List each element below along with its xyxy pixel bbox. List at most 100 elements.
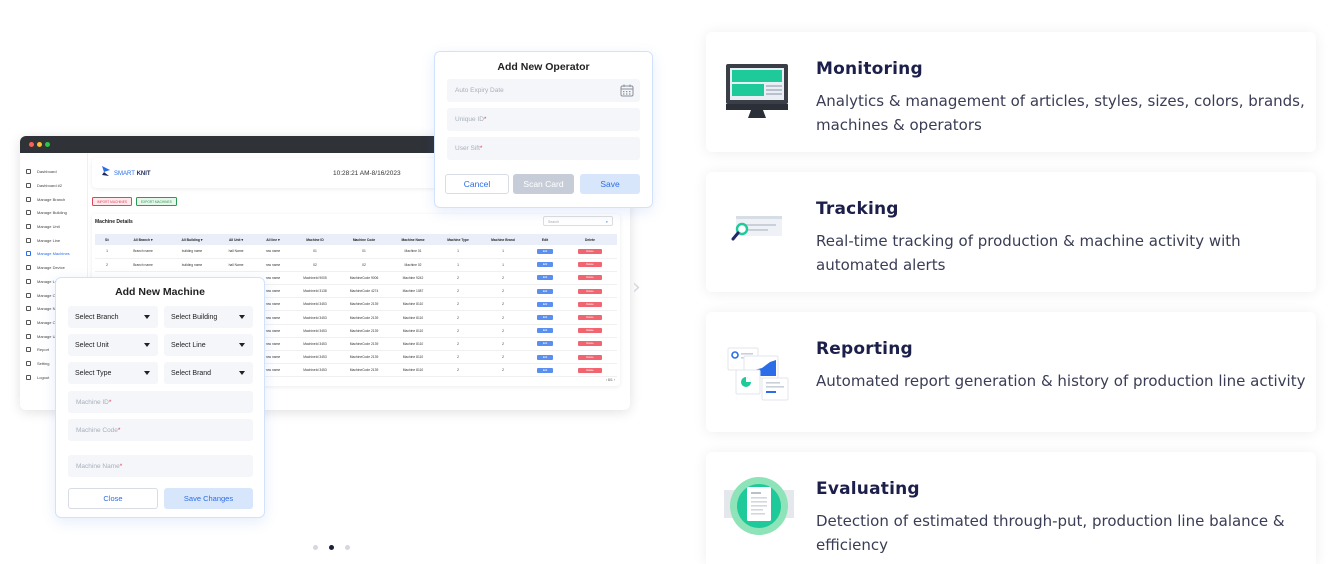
sidebar-item[interactable]: Manage Machines <box>20 247 87 261</box>
carousel-next-icon[interactable]: › <box>632 277 646 299</box>
table-column-header: All Unit ▾ <box>217 234 255 245</box>
table-column-header: Machine ID <box>291 234 339 245</box>
cancel-button[interactable]: Cancel <box>445 174 509 194</box>
edit-row-button[interactable]: Edit <box>537 275 553 281</box>
table-pagination[interactable]: ‹ 8/1 › <box>606 378 615 382</box>
delete-row-button[interactable]: Delete <box>578 315 602 321</box>
sidebar-item-label: Dashboard #2 <box>37 183 63 189</box>
edit-row-button[interactable]: Edit <box>537 354 553 360</box>
table-cell: hall Name <box>217 258 255 272</box>
report-charts-icon <box>727 347 789 401</box>
table-cell: MachineCode 2139 <box>339 350 389 365</box>
edit-row-button[interactable]: Edit <box>537 328 553 334</box>
table-cell: 1 <box>479 245 527 259</box>
table-cell: Machine 8110 <box>389 297 437 312</box>
sidebar-item[interactable]: Manage Building <box>20 206 87 220</box>
table-cell: 2 <box>479 350 527 365</box>
machine-search-input[interactable]: Search ⌕ <box>543 216 613 226</box>
table-cell: MachineCode 2139 <box>339 324 389 338</box>
select-brand-dropdown[interactable]: Select Brand <box>164 362 253 384</box>
delete-row-button[interactable]: Delete <box>578 328 602 334</box>
table-cell: row name <box>255 258 291 272</box>
sidebar-item-icon <box>26 360 31 366</box>
table-cell: MachineId 3453 <box>291 337 339 352</box>
table-row: 1 Branch name building name hall Name row na… <box>95 245 617 259</box>
close-button[interactable]: Close <box>68 488 158 509</box>
unique-id-field[interactable]: Unique ID * <box>447 108 640 131</box>
delete-row-button[interactable]: Delete <box>578 301 602 307</box>
table-cell: building name <box>167 258 217 272</box>
edit-row-button[interactable]: Edit <box>537 301 553 307</box>
edit-row-button[interactable]: Edit <box>537 262 553 268</box>
edit-row-button[interactable]: Edit <box>537 315 553 321</box>
delete-cell: Delete <box>563 310 617 325</box>
sidebar-item[interactable]: Manage Line <box>20 233 87 247</box>
delete-row-button[interactable]: Delete <box>578 341 602 347</box>
edit-row-button[interactable]: Edit <box>537 288 553 294</box>
table-cell: Branch name <box>119 258 167 272</box>
sidebar-item[interactable]: Manage Device <box>20 261 87 275</box>
feature-description: Analytics & management of articles, styl… <box>816 92 1305 134</box>
caret-down-icon <box>239 371 245 375</box>
table-cell: 2 <box>437 363 479 378</box>
table-column-header: All line ▾ <box>255 234 291 245</box>
delete-row-button[interactable]: Delete <box>578 262 602 268</box>
delete-cell: Delete <box>563 245 617 259</box>
user-shift-field[interactable]: User Sift * <box>447 137 640 160</box>
table-cell: MachineCode 9006 <box>339 271 389 286</box>
delete-row-button[interactable]: Delete <box>578 288 602 294</box>
sidebar-item[interactable]: Dashboard #2 <box>20 179 87 193</box>
expiry-date-field[interactable]: Auto Expiry Date <box>447 79 640 102</box>
carousel-pagination <box>313 545 350 550</box>
edit-row-button[interactable]: Edit <box>537 341 553 347</box>
save-changes-button[interactable]: Save Changes <box>164 488 253 509</box>
delete-row-button[interactable]: Delete <box>578 248 602 254</box>
sidebar-item[interactable]: Dashboard <box>20 165 87 179</box>
machine-code-field[interactable]: Machine Code * <box>68 419 253 441</box>
import-machines-button[interactable]: IMPORT MACHINES <box>92 197 132 206</box>
sidebar-item-icon <box>26 333 31 339</box>
machine-name-field[interactable]: Machine Name * <box>68 455 253 477</box>
carousel-dot-active[interactable] <box>329 545 334 550</box>
edit-row-button[interactable]: Edit <box>537 367 553 373</box>
machine-details-title: Machine Details <box>95 219 133 225</box>
scan-card-button[interactable]: Scan Card <box>513 174 574 194</box>
table-cell: 01 <box>291 245 339 259</box>
select-building-dropdown[interactable]: Select Building <box>164 306 253 328</box>
feature-title: Reporting <box>816 339 913 359</box>
feature-description: Real-time tracking of production & machi… <box>816 232 1241 274</box>
table-cell: 2 <box>479 363 527 378</box>
table-cell: 2 <box>437 337 479 352</box>
table-cell: 2 <box>437 310 479 325</box>
sidebar-item[interactable]: Manage Branch <box>20 192 87 206</box>
table-column-header: Edit <box>527 234 563 245</box>
sidebar-item[interactable]: Manage Unit <box>20 220 87 234</box>
delete-cell: Delete <box>563 324 617 338</box>
add-machine-title: Add New Machine <box>115 286 205 298</box>
sidebar-item-icon <box>26 278 31 284</box>
edit-row-button[interactable]: Edit <box>537 248 553 254</box>
feature-card-reporting: Reporting Automated report generation & … <box>706 312 1316 432</box>
delete-row-button[interactable]: Delete <box>578 275 602 281</box>
carousel-dot[interactable] <box>345 545 350 550</box>
save-button[interactable]: Save <box>580 174 640 194</box>
sidebar-item-label: Manage N <box>37 306 56 312</box>
sidebar-item-label: Manage O <box>37 319 56 325</box>
feature-title: Tracking <box>816 199 899 219</box>
delete-cell: Delete <box>563 297 617 312</box>
table-cell: MachineId 3453 <box>291 363 339 378</box>
export-machines-button[interactable]: EXPORT MACHINES <box>136 197 177 206</box>
select-branch-dropdown[interactable]: Select Branch <box>68 306 158 328</box>
select-unit-dropdown[interactable]: Select Unit <box>68 334 158 356</box>
sidebar-item-label: Manage Unit <box>37 224 60 230</box>
carousel-dot[interactable] <box>313 545 318 550</box>
calendar-icon[interactable] <box>620 84 634 97</box>
select-line-dropdown[interactable]: Select Line <box>164 334 253 356</box>
window-maximize-dot <box>45 142 50 147</box>
delete-row-button[interactable]: Delete <box>578 367 602 373</box>
add-operator-title: Add New Operator <box>497 61 590 73</box>
machine-id-field[interactable]: Machine ID * <box>68 391 253 413</box>
select-type-dropdown[interactable]: Select Type <box>68 362 158 384</box>
delete-row-button[interactable]: Delete <box>578 354 602 360</box>
delete-cell: Delete <box>563 350 617 365</box>
